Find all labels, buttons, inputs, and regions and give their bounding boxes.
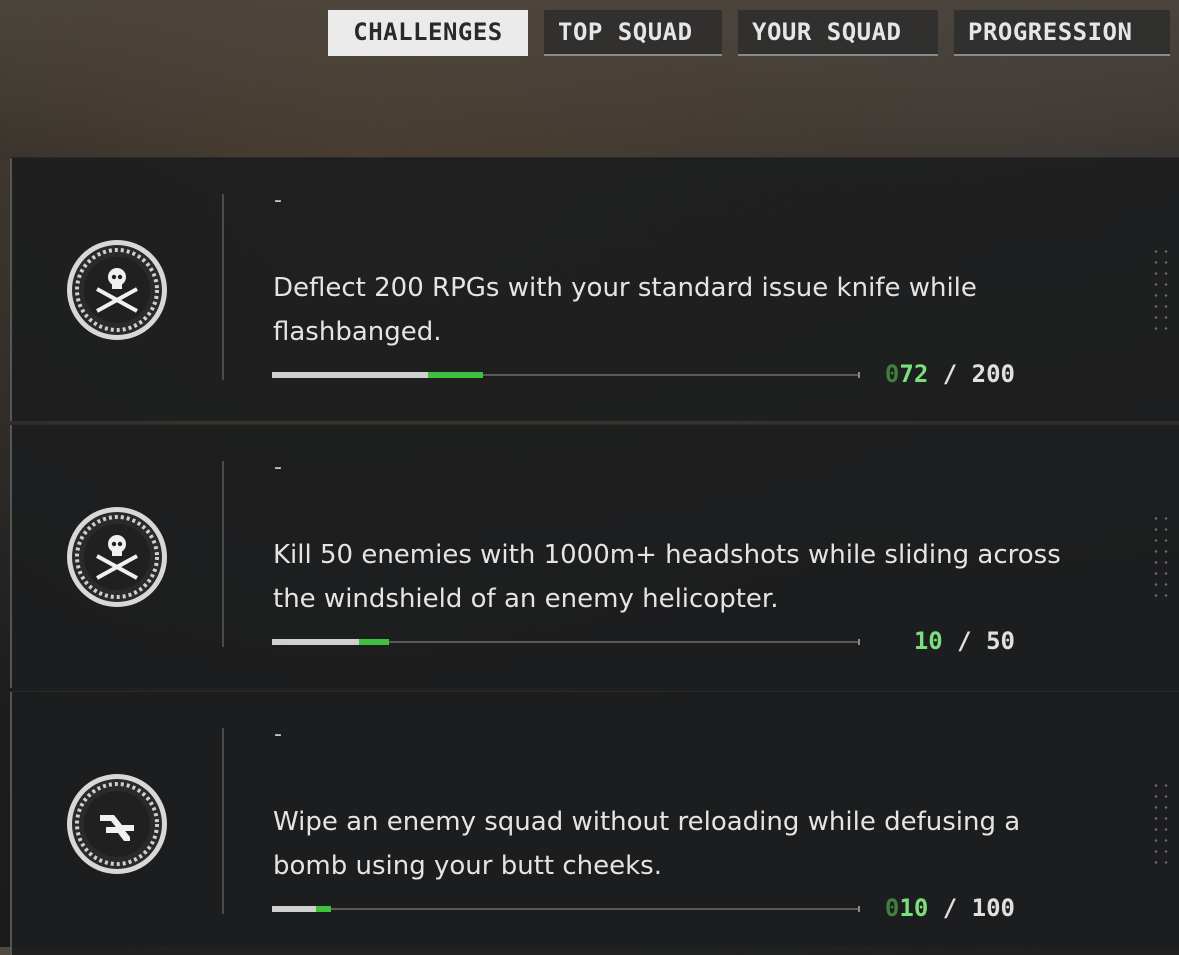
tab-your-squad[interactable]: YOUR SQUAD [738, 10, 938, 56]
squad-wipe-icon [67, 774, 167, 874]
progress-current: 10 [913, 627, 943, 655]
tab-bar: CHALLENGES TOP SQUAD YOUR SQUAD PROGRESS… [328, 10, 1170, 56]
tab-challenges[interactable]: CHALLENGES [328, 10, 528, 56]
dotted-edge-decoration [1151, 780, 1171, 870]
progress-total: 50 [986, 627, 1015, 655]
progress-fill-recent [359, 639, 389, 645]
progress-bar [272, 639, 860, 647]
challenge-card[interactable]: - Kill 50 enemies with 1000m+ headshots … [10, 424, 1179, 688]
card-divider [222, 461, 224, 647]
challenge-description: Deflect 200 RPGs with your standard issu… [273, 273, 977, 347]
progress-track-end [858, 906, 860, 912]
progress-track-end [858, 372, 860, 378]
dotted-edge-decoration [1151, 246, 1171, 336]
challenge-tier-dash: - [274, 455, 282, 480]
progress-pad: 0 [884, 894, 900, 922]
progress-bar [272, 372, 860, 380]
progress-track [272, 908, 858, 910]
progress-separator: / [928, 894, 972, 922]
progress-current: 72 [899, 360, 929, 388]
skull-crossed-knives-icon [67, 507, 167, 607]
progress-fill [272, 906, 316, 912]
skull-crossed-knives-icon [67, 240, 167, 340]
progress-total: 100 [971, 894, 1015, 922]
progress-total: 200 [971, 360, 1015, 388]
progress-count: 10 / 50 [914, 627, 1015, 655]
dotted-edge-decoration [1151, 513, 1171, 603]
challenge-tier-dash: - [274, 722, 282, 747]
card-divider [222, 194, 224, 380]
progress-fill [272, 639, 359, 645]
challenge-description: Wipe an enemy squad without reloading wh… [273, 807, 1021, 881]
progress-track-end [858, 639, 860, 645]
card-divider [222, 728, 224, 914]
challenge-tier-dash: - [274, 188, 282, 213]
progress-pad: 0 [884, 360, 900, 388]
tab-top-squad[interactable]: TOP SQUAD [544, 10, 722, 56]
progress-count: 010 / 100 [885, 894, 1015, 922]
challenge-card[interactable]: - Wipe an enemy squad without reloading … [10, 691, 1179, 955]
progress-fill-recent [428, 372, 483, 378]
progress-fill [272, 372, 428, 378]
progress-current: 10 [899, 894, 929, 922]
progress-count: 072 / 200 [885, 360, 1015, 388]
progress-separator: / [942, 627, 987, 655]
challenge-card[interactable]: - Deflect 200 RPGs with your standard is… [10, 157, 1179, 421]
challenge-description: Kill 50 enemies with 1000m+ headshots wh… [273, 540, 1061, 614]
progress-fill-recent [316, 906, 331, 912]
progress-separator: / [928, 360, 972, 388]
progress-bar [272, 906, 860, 914]
tab-progression[interactable]: PROGRESSION [954, 10, 1170, 56]
